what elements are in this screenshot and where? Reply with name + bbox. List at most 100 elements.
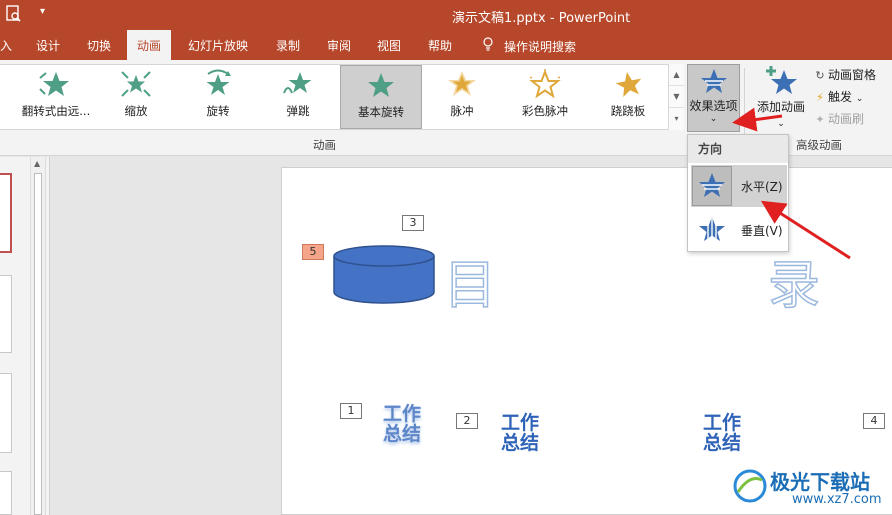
horizontal-star-icon (699, 173, 725, 197)
tab-help[interactable]: 帮助 (428, 37, 452, 54)
animation-pane-icon: ↻ (815, 69, 825, 82)
anim-label: 跷跷板 (610, 104, 646, 118)
cylinder-shape[interactable] (332, 244, 436, 306)
word-art-right[interactable]: 工作 总结 (700, 413, 744, 453)
tab-design[interactable]: 设计 (36, 37, 60, 54)
word-art-line: 工作 (702, 412, 741, 434)
gallery-scroll-up-icon[interactable]: ▲ (669, 64, 684, 86)
anim-basic-swivel[interactable]: 基本旋转 (340, 65, 422, 129)
animation-painter-label: 动画刷 (828, 112, 865, 126)
direction-vertical-option[interactable]: 垂直(V) (691, 209, 787, 251)
thumbnail-scrollbar[interactable]: ▲ (30, 157, 46, 515)
anim-color-pulse[interactable]: 彩色脉冲 (512, 65, 578, 129)
ribbon-tabs: 入 设计 切换 动画 幻灯片放映 录制 审阅 视图 帮助 操作说明搜索 (0, 30, 892, 60)
animation-gallery: 翻转式由远... 缩放 旋转 弹跳 基本旋转 脉冲 彩色脉冲 跷跷板 (0, 64, 684, 130)
effect-options-button[interactable]: 效果选项 ⌄ (687, 64, 740, 132)
anim-bounce[interactable]: 弹跳 (268, 65, 328, 129)
tab-review[interactable]: 审阅 (327, 37, 351, 54)
animation-order-tag[interactable]: 2 (456, 413, 478, 429)
anim-zoom[interactable]: 缩放 (106, 65, 166, 129)
app-name: PowerPoint (558, 11, 631, 26)
group-label-animation: 动画 (313, 138, 336, 152)
document-name: 演示文稿1.pptx (452, 11, 546, 26)
animation-order-tag[interactable]: 3 (402, 215, 424, 231)
option-label: 水平(Z) (741, 180, 783, 194)
anim-spin[interactable]: 旋转 (188, 65, 248, 129)
tab-transitions[interactable]: 切换 (87, 37, 111, 54)
dropdown-header: 方向 (688, 135, 788, 163)
slide-thumbnail[interactable] (0, 373, 12, 453)
add-animation-button[interactable]: 添加动画 ⌄ (752, 64, 810, 132)
word-art-blurred[interactable]: 工作 总结 (380, 404, 424, 444)
document-preview-icon[interactable] (6, 5, 22, 27)
tab-view[interactable]: 视图 (377, 37, 401, 54)
title-bar: ▾ 演示文稿1.pptx - PowerPoint (0, 0, 892, 30)
outline-text-mu[interactable]: 目 (443, 259, 497, 313)
animation-order-tag[interactable]: 1 (340, 403, 362, 419)
animation-painter-button[interactable]: ✦ 动画刷 (812, 108, 892, 130)
lightbulb-icon (482, 37, 496, 54)
gallery-scroll: ▲ ▼ ▾ (668, 64, 684, 130)
zoom-star-icon (121, 71, 151, 97)
scroll-up-icon[interactable]: ▲ (34, 159, 40, 168)
gallery-scroll-down-icon[interactable]: ▼ (669, 86, 684, 108)
anim-label: 弹跳 (286, 104, 310, 118)
tab-record[interactable]: 录制 (276, 37, 300, 54)
outline-text-lu[interactable]: 录 (767, 259, 821, 313)
chevron-down-icon: ⌄ (855, 94, 864, 104)
tab-animations[interactable]: 动画 (127, 30, 172, 60)
tell-me-label: 操作说明搜索 (504, 40, 577, 54)
anim-label: 缩放 (124, 104, 148, 118)
anim-label: 基本旋转 (358, 105, 404, 119)
animation-order-tag[interactable]: 4 (863, 413, 885, 429)
quick-access-dropdown-icon[interactable]: ▾ (40, 6, 45, 17)
slide-thumbnail[interactable] (0, 275, 12, 353)
window-title: 演示文稿1.pptx - PowerPoint (452, 7, 630, 26)
trigger-icon: ⚡ (816, 91, 824, 104)
direction-horizontal-option[interactable]: 水平(Z) (691, 165, 787, 207)
tell-me-search[interactable]: 操作说明搜索 (482, 37, 576, 55)
animation-painter-icon: ✦ (815, 113, 825, 126)
title-separator: - (549, 11, 555, 26)
vertical-star-icon (699, 217, 725, 242)
anim-label: 脉冲 (450, 104, 474, 118)
tab-slideshow[interactable]: 幻灯片放映 (188, 37, 248, 54)
effect-options-dropdown: 方向 水平(Z) 垂直(V) (687, 134, 789, 252)
advanced-animation-list: ↻ 动画窗格 ⚡ 触发 ⌄ ✦ 动画刷 (812, 64, 892, 130)
watermark-url: www.xz7.com (792, 492, 882, 507)
tab-insert[interactable]: 入 (0, 37, 12, 54)
group-label-advanced: 高级动画 (796, 138, 842, 152)
animation-pane-label: 动画窗格 (828, 68, 877, 82)
word-art-line: 工作 (500, 412, 539, 434)
anim-flip-in[interactable]: 翻转式由远... (10, 65, 102, 129)
bounce-star-icon (283, 72, 312, 94)
color-pulse-star-icon (529, 69, 561, 99)
watermark-logo-icon (733, 469, 767, 503)
gallery-more-icon[interactable]: ▾ (669, 108, 684, 130)
watermark-title: 极光下载站 (770, 470, 870, 494)
anim-pulse[interactable]: 脉冲 (432, 65, 492, 129)
teeter-star-icon (615, 72, 642, 98)
effect-options-star-icon (700, 69, 727, 93)
slide-thumbnail-pane: ▲ (0, 157, 50, 515)
word-art-line: 工作 (382, 403, 421, 425)
animation-order-tag[interactable]: 5 (302, 244, 324, 260)
animation-pane-button[interactable]: ↻ 动画窗格 (812, 64, 892, 86)
trigger-button[interactable]: ⚡ 触发 ⌄ (812, 86, 892, 108)
word-art-line: 总结 (382, 423, 421, 445)
scrollbar-thumb[interactable] (34, 173, 42, 515)
chevron-down-icon: ⌄ (777, 119, 785, 129)
anim-label: 翻转式由远... (21, 104, 91, 118)
anim-teeter[interactable]: 跷跷板 (596, 65, 660, 129)
anim-label: 彩色脉冲 (522, 104, 568, 118)
chevron-down-icon: ⌄ (709, 114, 718, 124)
add-animation-star-icon (766, 66, 797, 94)
add-animation-label: 添加动画 (756, 100, 805, 114)
word-art-line: 总结 (500, 432, 539, 454)
slide-thumbnail[interactable] (0, 471, 12, 515)
word-art-center[interactable]: 工作 总结 (498, 413, 542, 453)
slide-thumbnail[interactable] (0, 173, 12, 253)
option-label: 垂直(V) (741, 224, 783, 238)
trigger-label: 触发 (828, 90, 853, 104)
pulse-star-icon (448, 71, 476, 96)
